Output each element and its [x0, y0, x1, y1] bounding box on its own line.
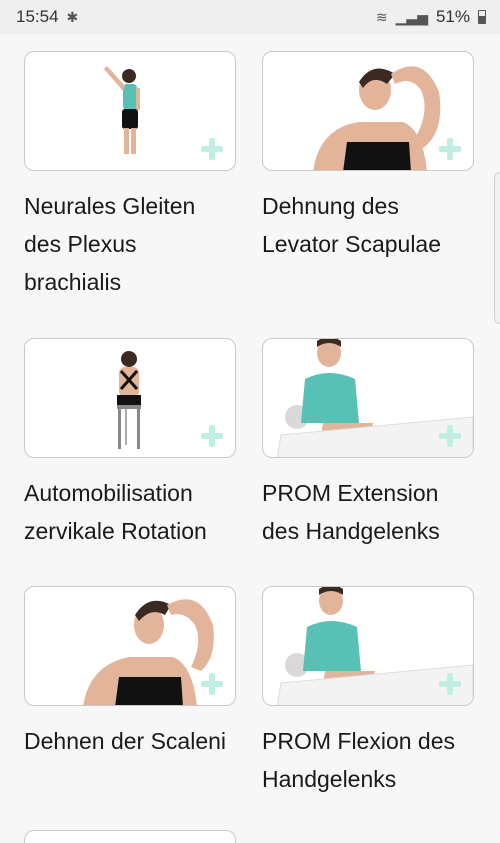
exercise-thumbnail: [24, 338, 236, 458]
exercise-card[interactable]: Neurales Gleiten des Plexus brachialis: [24, 51, 236, 301]
bluetooth-icon: ✱: [66, 8, 79, 25]
exercise-card[interactable]: Dehnen der Scaleni: [24, 586, 236, 760]
exercise-thumbnail: [262, 586, 474, 706]
clock: 15:54: [16, 7, 59, 26]
exercise-card[interactable]: Automobilisation zervikale Rotation: [24, 338, 236, 550]
exercise-card[interactable]: PROM Flexion des Handgelenks: [262, 586, 474, 798]
signal-icon: ▁▃▅: [395, 8, 428, 25]
add-exercise-icon[interactable]: [201, 425, 223, 447]
battery-percent: 51%: [435, 7, 470, 26]
exercise-title: Dehnen der Scaleni: [24, 728, 227, 754]
exercise-title: Neurales Gleiten des Plexus brachialis: [24, 193, 196, 295]
exercise-title: Dehnung des Levator Scapulae: [262, 193, 442, 257]
exercise-thumbnail: [262, 338, 474, 458]
exercise-thumbnail: [24, 51, 236, 171]
add-exercise-icon[interactable]: [201, 673, 223, 695]
exercise-thumbnail: [262, 51, 474, 171]
status-left: 15:54 ✱: [16, 7, 78, 27]
exercise-title: Automobilisation zervikale Rotation: [24, 480, 207, 544]
add-exercise-icon[interactable]: [439, 138, 461, 160]
exercise-card[interactable]: PROM Extension des Handgelenks: [262, 338, 474, 550]
exercise-card-partial[interactable]: [24, 830, 236, 843]
battery-icon: [478, 10, 486, 24]
add-exercise-icon[interactable]: [439, 425, 461, 447]
exercise-title: PROM Flexion des Handgelenks: [262, 728, 456, 792]
add-exercise-icon[interactable]: [201, 138, 223, 160]
add-exercise-icon[interactable]: [439, 673, 461, 695]
exercise-thumbnail: [24, 586, 236, 706]
exercise-card[interactable]: Dehnung des Levator Scapulae: [262, 51, 474, 263]
exercise-title: PROM Extension des Handgelenks: [262, 480, 440, 544]
scrollbar-thumb[interactable]: [494, 172, 500, 324]
wifi-icon: ≋: [375, 8, 388, 25]
status-right: ≋ ▁▃▅ 51%: [376, 7, 486, 27]
status-bar: 15:54 ✱ ≋ ▁▃▅ 51%: [0, 0, 500, 34]
